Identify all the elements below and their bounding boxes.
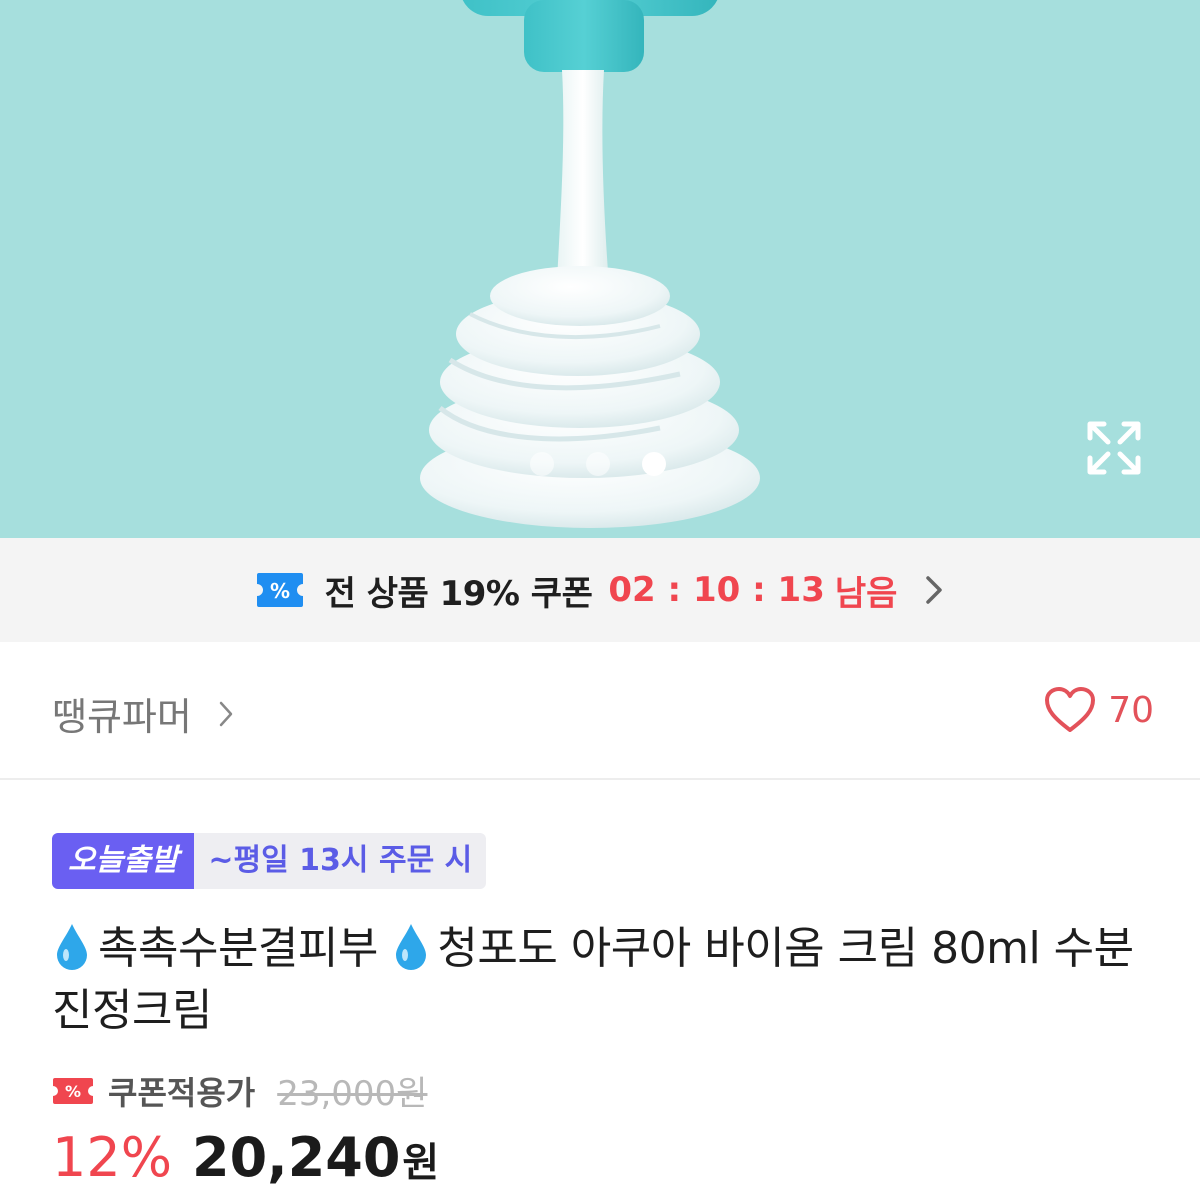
product-title: 촉촉수분결피부 청포도 아쿠아 바이옴 크림 80ml 수분진정크림 xyxy=(52,918,1162,1042)
coupon-applied-label: 쿠폰적용가 xyxy=(108,1073,256,1112)
water-drop-icon xyxy=(57,924,87,970)
fullscreen-button[interactable] xyxy=(1082,416,1146,480)
carousel-dot-active[interactable] xyxy=(642,452,666,476)
carousel-indicator xyxy=(530,452,666,476)
product-title-part1: 촉촉수분결피부 xyxy=(98,923,378,974)
heart-icon xyxy=(1045,687,1096,732)
coupon-price-row: % 쿠폰적용가 23,000원 xyxy=(52,1066,427,1115)
store-name: 땡큐파머 xyxy=(52,695,192,739)
coupon-ticket-icon: % xyxy=(256,573,303,607)
shipping-badge: 오늘출발 ~평일 13시 주문 시 xyxy=(52,833,487,889)
store-link[interactable]: 땡큐파머 xyxy=(52,686,234,741)
carousel-dot[interactable] xyxy=(586,452,610,476)
order-deadline-badge: ~평일 13시 주문 시 xyxy=(194,833,487,889)
carousel-dot[interactable] xyxy=(530,452,554,476)
chevron-right-icon xyxy=(926,576,943,604)
final-price-row: 12% 20,240 원 xyxy=(52,1126,439,1189)
coupon-remain-label: 남음 xyxy=(834,573,898,614)
original-price: 23,000원 xyxy=(277,1074,428,1114)
sale-price: 20,240 xyxy=(192,1126,401,1189)
svg-text:%: % xyxy=(270,579,290,603)
discount-rate: 12% xyxy=(52,1126,173,1189)
like-count: 70 xyxy=(1108,689,1154,731)
water-drop-icon xyxy=(396,924,427,970)
coupon-icon: % xyxy=(53,1077,93,1104)
like-button[interactable]: 70 xyxy=(1044,686,1154,734)
store-row: 땡큐파머 70 xyxy=(0,642,1200,778)
product-image[interactable] xyxy=(0,0,1200,538)
divider xyxy=(0,778,1200,780)
coupon-countdown: 02 : 10 : 13 xyxy=(608,570,825,610)
expand-icon xyxy=(1087,421,1141,475)
coupon-banner[interactable]: % 전 상품 19% 쿠폰 02 : 10 : 13 남음 xyxy=(0,538,1200,642)
svg-text:%: % xyxy=(65,1082,81,1101)
coupon-banner-text: 전 상품 19% 쿠폰 xyxy=(324,573,593,614)
chevron-right-icon xyxy=(219,701,233,726)
currency-unit: 원 xyxy=(402,1140,440,1186)
same-day-badge: 오늘출발 xyxy=(52,833,195,889)
